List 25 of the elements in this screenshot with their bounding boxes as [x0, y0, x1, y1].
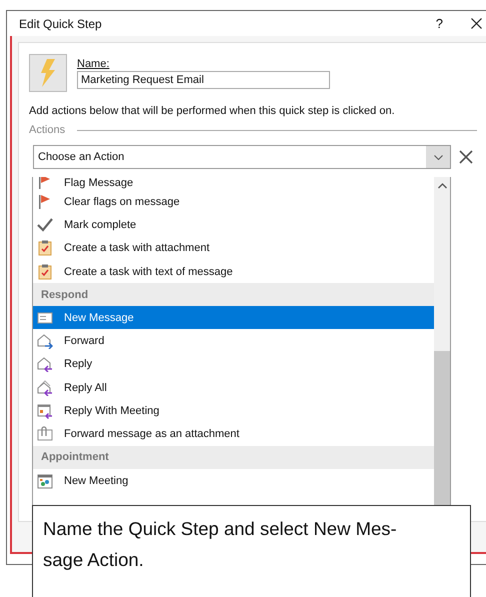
forward-envelope-icon — [37, 333, 53, 350]
remove-icon[interactable] — [459, 150, 473, 164]
scrollbar[interactable] — [434, 177, 450, 506]
menu-item[interactable]: New Message — [33, 306, 434, 330]
category-header: Appointment — [33, 446, 434, 469]
name-label: Name: — [77, 58, 110, 70]
action-dropdown[interactable]: Choose an Action — [33, 145, 451, 169]
caption-text: Name the Quick Step and select New Mes- sage Action. — [32, 505, 471, 597]
close-icon[interactable] — [471, 18, 482, 29]
task-clipboard-icon — [37, 240, 53, 256]
reply-all-envelope-icon — [37, 380, 53, 396]
help-button[interactable]: ? — [436, 16, 443, 31]
envelope-icon — [37, 310, 53, 326]
chevron-down-icon — [434, 154, 442, 160]
name-field[interactable]: Marketing Request Email — [77, 71, 330, 89]
meeting-calendar-icon — [37, 472, 53, 489]
window-title: Edit Quick Step — [19, 16, 103, 30]
checkmark-icon — [37, 216, 53, 233]
category-header: Respond — [33, 283, 434, 306]
reply-envelope-icon — [37, 356, 53, 372]
actions-group-label: Actions — [29, 124, 66, 136]
calendar-reply-icon — [37, 403, 53, 420]
task-clipboard-icon — [37, 264, 53, 280]
scroll-up-icon[interactable] — [438, 183, 446, 189]
instructions-text: Add actions below that will be performed when this quick step is clicked on. — [29, 105, 396, 117]
